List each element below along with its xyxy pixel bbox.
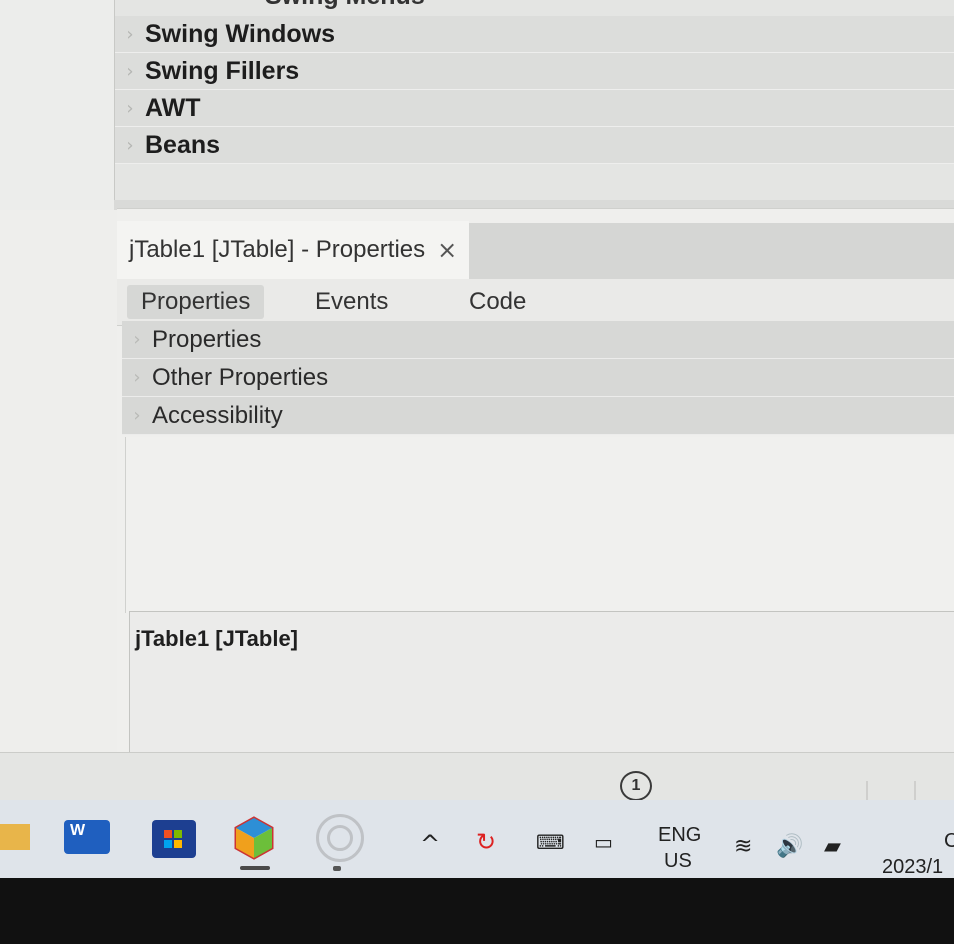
- language-indicator[interactable]: ENG: [658, 824, 701, 847]
- touchpad-icon[interactable]: ▭: [594, 830, 613, 854]
- sensor-app-icon[interactable]: [316, 814, 364, 862]
- category-other-properties[interactable]: › Other Properties: [122, 359, 954, 397]
- monitor-bezel: [0, 878, 954, 944]
- chevron-right-icon: ›: [126, 23, 134, 45]
- clock-date[interactable]: 2023/1: [882, 856, 943, 879]
- palette-item-partial[interactable]: Swing Menus: [265, 0, 425, 11]
- palette-item-label: AWT: [145, 93, 201, 122]
- tab-events[interactable]: Events: [301, 285, 402, 319]
- category-label: Accessibility: [152, 401, 283, 429]
- chevron-right-icon: ›: [133, 329, 141, 350]
- sensor-inner-ring: [327, 825, 353, 851]
- notification-badge[interactable]: 1: [620, 771, 652, 801]
- chevron-right-icon: ›: [126, 134, 134, 156]
- tab-strip-background: [469, 223, 954, 279]
- store-square: [174, 840, 182, 848]
- store-square: [164, 830, 172, 838]
- palette-item-beans[interactable]: › Beans: [115, 127, 954, 164]
- wifi-icon[interactable]: ≋: [734, 834, 752, 859]
- chevron-up-icon[interactable]: ^: [420, 830, 440, 858]
- category-properties[interactable]: › Properties: [122, 321, 954, 359]
- palette-item-label: Swing Windows: [145, 19, 336, 48]
- category-label: Other Properties: [152, 363, 329, 391]
- store-square: [164, 840, 172, 848]
- file-explorer-icon[interactable]: [0, 824, 30, 850]
- description-area: jTable1 [JTable]: [129, 611, 954, 754]
- category-label: Properties: [152, 325, 262, 353]
- battery-icon[interactable]: ▰: [824, 834, 841, 859]
- properties-tabs: Properties Events Code: [117, 279, 954, 326]
- property-sheet-empty: [125, 437, 954, 613]
- running-app-indicator: [333, 866, 341, 871]
- left-panel-lower: [0, 210, 123, 752]
- word-icon[interactable]: W: [64, 820, 110, 854]
- palette-item-swing-windows[interactable]: › Swing Windows: [115, 16, 954, 53]
- active-app-indicator: [240, 866, 270, 870]
- chevron-right-icon: ›: [126, 97, 134, 119]
- tab-code[interactable]: Code: [455, 285, 540, 319]
- chevron-right-icon: ›: [126, 60, 134, 82]
- palette-item-swing-fillers[interactable]: › Swing Fillers: [115, 53, 954, 90]
- description-title: jTable1 [JTable]: [135, 626, 299, 651]
- language-region[interactable]: US: [664, 850, 692, 873]
- palette-panel: Swing Menus › Swing Windows › Swing Fill…: [114, 0, 954, 200]
- palette-item-awt[interactable]: › AWT: [115, 90, 954, 127]
- status-bar: 1: [0, 752, 954, 807]
- properties-window-title: jTable1 [JTable] - Properties: [129, 236, 426, 263]
- netbeans-icon[interactable]: [230, 814, 278, 862]
- word-icon-letter: W: [70, 822, 86, 839]
- taskbar: W ^ ↻ ⌨ ▭ ENG US ≋ 🔊 ▰ C 2023/1: [0, 800, 954, 880]
- tab-properties[interactable]: Properties: [127, 285, 265, 319]
- clock-time[interactable]: C: [944, 830, 954, 853]
- volume-icon[interactable]: 🔊: [776, 834, 803, 859]
- palette-item-label: Swing Fillers: [145, 56, 300, 85]
- sync-icon[interactable]: ↻: [476, 828, 496, 856]
- properties-window-tab[interactable]: jTable1 [JTable] - Properties ×: [117, 221, 469, 279]
- properties-window: jTable1 [JTable] - Properties × Properti…: [117, 208, 954, 754]
- palette-item-label: Beans: [145, 130, 221, 159]
- close-icon[interactable]: ×: [437, 236, 457, 264]
- microsoft-store-icon[interactable]: [152, 820, 196, 858]
- store-square: [174, 830, 182, 838]
- category-accessibility[interactable]: › Accessibility: [122, 397, 954, 435]
- keyboard-icon[interactable]: ⌨: [536, 830, 565, 854]
- netbeans-cube-icon: [234, 816, 274, 860]
- chevron-right-icon: ›: [133, 367, 141, 388]
- chevron-right-icon: ›: [133, 405, 141, 426]
